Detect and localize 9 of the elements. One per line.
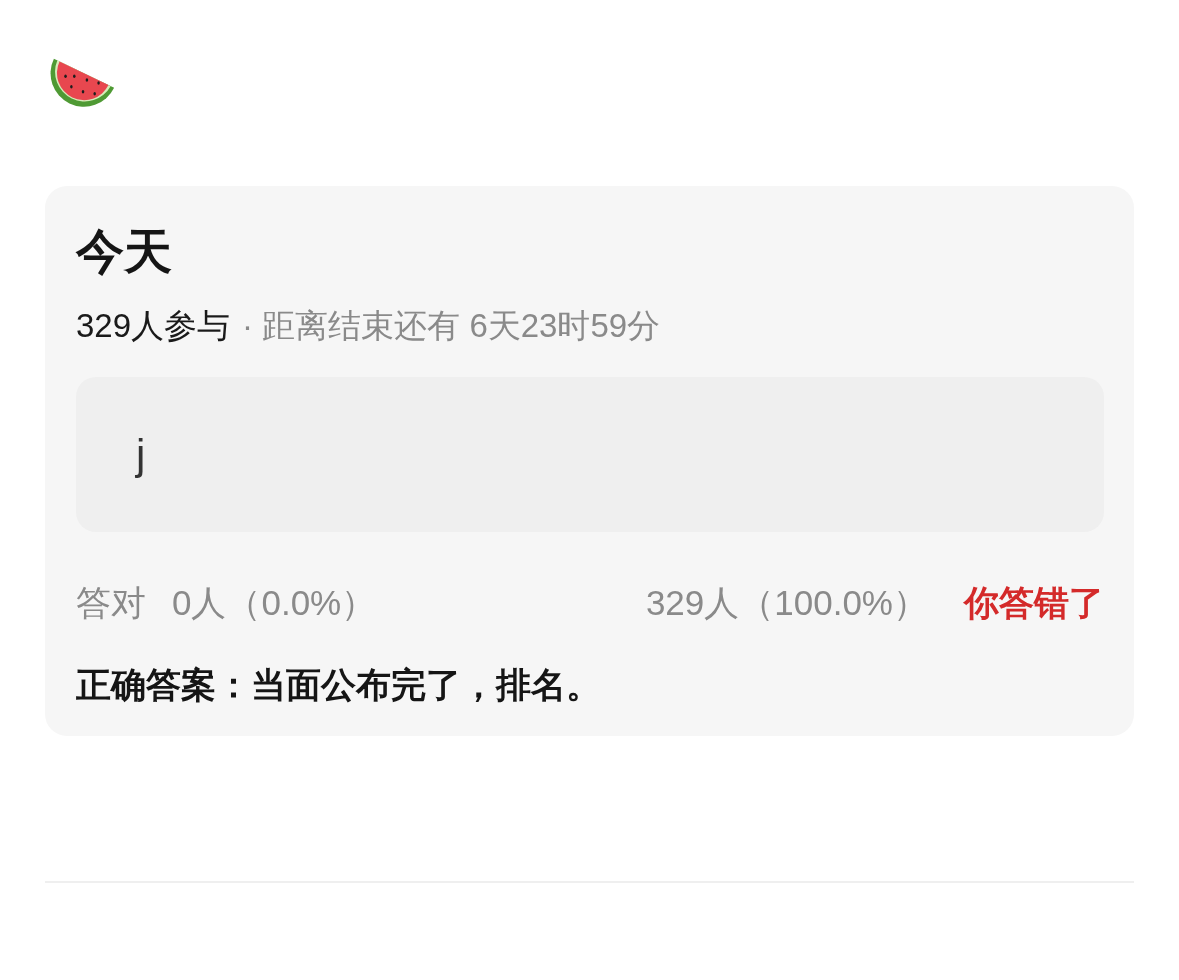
correct-count: 0人（0.0%）	[172, 582, 377, 625]
card-title: 今天	[76, 224, 173, 280]
countdown-text: · 距离结束还有 6天23时59分	[242, 305, 661, 346]
wrong-count: 329人（100.0%）	[645, 582, 928, 625]
answer-box: j	[76, 377, 1104, 533]
participant-count: 329人参与	[76, 305, 231, 346]
verdict-text: 你答错了	[964, 582, 1104, 625]
correct-label: 答对	[76, 582, 146, 625]
correct-answer-text: 正确答案：当面公布完了，排名。	[76, 664, 602, 706]
